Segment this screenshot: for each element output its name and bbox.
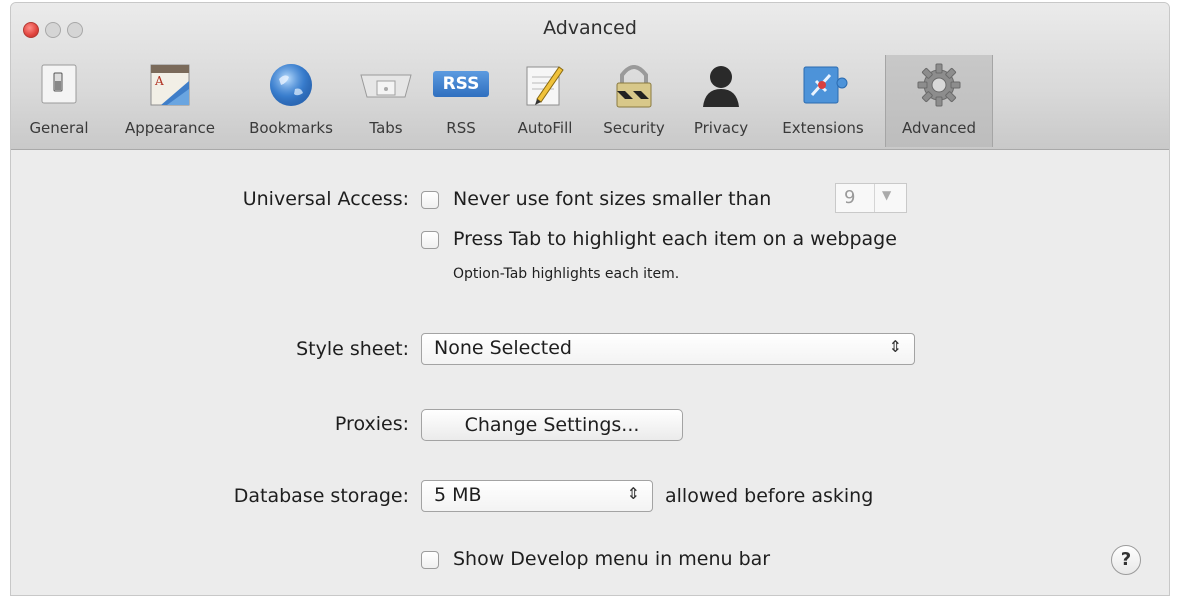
- toolbar-item-label: Privacy: [693, 119, 749, 137]
- svg-text:A: A: [154, 74, 164, 88]
- rss-icon: RSS: [433, 71, 489, 97]
- minimum-font-size-value: 9: [844, 187, 856, 208]
- titlebar: Advanced General A Appearance Bookmarks …: [11, 3, 1169, 150]
- up-down-arrows-icon: ⇕: [888, 337, 902, 356]
- window-title: Advanced: [543, 17, 637, 39]
- toolbar-item-rss[interactable]: RSS RSS: [423, 55, 499, 147]
- preferences-window: Advanced General A Appearance Bookmarks …: [10, 2, 1170, 596]
- toolbar-item-label: RSS: [446, 119, 476, 137]
- never-font-size-label: Never use font sizes smaller than: [453, 188, 772, 210]
- style-sheet-label: Style sheet:: [296, 338, 409, 360]
- toolbar-item-label: Appearance: [124, 119, 216, 137]
- padlock-icon: [616, 65, 652, 108]
- privacy-person-icon: [703, 66, 739, 107]
- toolbar-item-tabs[interactable]: Tabs: [353, 55, 419, 147]
- toolbar-item-advanced[interactable]: Advanced: [885, 55, 993, 147]
- show-develop-menu-label: Show Develop menu in menu bar: [453, 548, 771, 570]
- toolbar-item-label: Security: [603, 119, 665, 137]
- press-tab-label: Press Tab to highlight each item on a we…: [453, 228, 897, 250]
- toolbar-item-label: Extensions: [782, 119, 864, 137]
- never-font-size-checkbox[interactable]: [421, 191, 439, 209]
- proxies-label: Proxies:: [334, 413, 409, 435]
- toolbar-item-general[interactable]: General: [11, 55, 107, 147]
- gear-icon: [917, 63, 961, 107]
- universal-access-label: Universal Access:: [242, 188, 409, 210]
- help-button[interactable]: ?: [1111, 545, 1141, 575]
- toolbar-item-appearance[interactable]: A Appearance: [111, 55, 229, 147]
- database-storage-popup[interactable]: 5 MB ⇕: [421, 480, 653, 512]
- style-sheet-popup[interactable]: None Selected ⇕: [421, 333, 915, 365]
- toolbar-item-autofill[interactable]: AutoFill: [503, 55, 587, 147]
- style-sheet-value: None Selected: [434, 337, 572, 359]
- up-down-arrows-icon: ⇕: [626, 484, 640, 503]
- general-switch-icon: [41, 64, 77, 104]
- preferences-toolbar: General A Appearance Bookmarks Tabs RSS …: [11, 55, 1169, 147]
- show-develop-menu-checkbox[interactable]: [421, 551, 439, 569]
- chevron-down-icon: ▼: [882, 188, 892, 202]
- minimum-font-size-popup[interactable]: 9 ▼: [835, 183, 907, 213]
- tabs-icon: [360, 74, 412, 98]
- extensions-icon: [803, 66, 848, 104]
- appearance-icon: A: [150, 64, 190, 106]
- advanced-settings-panel: Universal Access: Never use font sizes s…: [11, 150, 1169, 595]
- toolbar-item-label: General: [29, 119, 89, 137]
- change-settings-button[interactable]: Change Settings...: [421, 409, 683, 441]
- toolbar-item-label: Tabs: [369, 119, 403, 137]
- option-tab-hint: Option-Tab highlights each item.: [453, 266, 680, 282]
- toolbar-item-label: Bookmarks: [249, 119, 333, 137]
- database-storage-value: 5 MB: [434, 484, 482, 506]
- toolbar-item-privacy[interactable]: Privacy: [681, 55, 761, 147]
- toolbar-item-label: AutoFill: [517, 119, 573, 137]
- database-storage-label: Database storage:: [233, 485, 409, 507]
- toolbar-item-extensions[interactable]: Extensions: [765, 55, 881, 147]
- database-storage-suffix: allowed before asking: [665, 485, 874, 507]
- toolbar-item-security[interactable]: Security: [591, 55, 677, 147]
- toolbar-item-label: Advanced: [901, 119, 977, 137]
- autofill-icon: [526, 66, 564, 106]
- toolbar-item-bookmarks[interactable]: Bookmarks: [233, 55, 349, 147]
- press-tab-checkbox[interactable]: [421, 231, 439, 249]
- globe-icon: [270, 64, 312, 106]
